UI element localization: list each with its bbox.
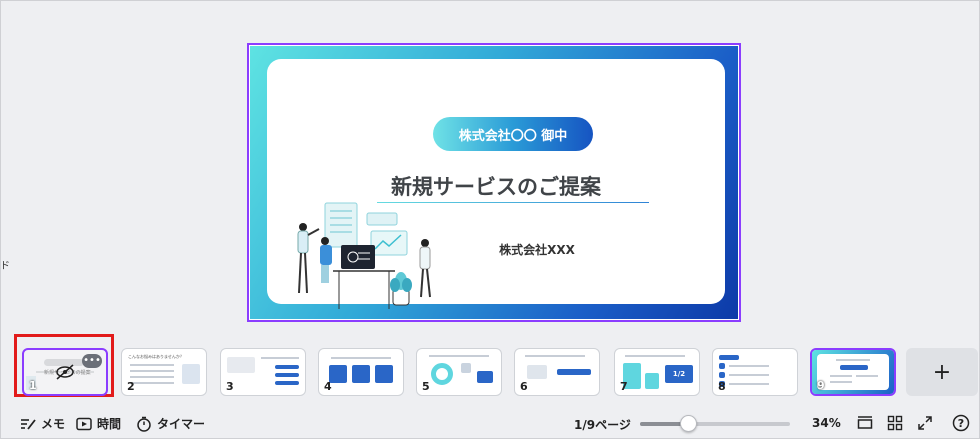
help-label: ? <box>958 417 964 430</box>
slide-background: 株式会社〇〇 御中 新規サービスのご提案 株式会社XXX <box>250 46 738 319</box>
thumbnail-number: 6 <box>520 380 528 393</box>
zoom-level[interactable]: 34% <box>812 416 841 430</box>
thumbnail-number: 9 <box>817 379 825 392</box>
single-view-icon <box>857 416 873 429</box>
slide-card: 株式会社〇〇 御中 新規サービスのご提案 株式会社XXX <box>267 59 725 309</box>
memo-pen-icon <box>20 416 36 432</box>
help-icon: ? <box>952 414 970 432</box>
help-button[interactable]: ? <box>952 414 970 432</box>
grid-view-button[interactable] <box>886 414 904 432</box>
thumbnail-2[interactable]: こんなお悩みはありませんか？ 2 <box>121 348 207 396</box>
company-name[interactable]: 株式会社XXX <box>417 241 657 258</box>
thumbnail-heading: こんなお悩みはありませんか？ <box>128 354 184 359</box>
thumbnail-8[interactable]: 8 <box>712 348 798 396</box>
stopwatch-icon <box>136 416 152 432</box>
time-label: 時間 <box>97 417 122 431</box>
thumbnail-7[interactable]: 1/2 7 <box>614 348 700 396</box>
main-slide[interactable]: 株式会社〇〇 御中 新規サービスのご提案 株式会社XXX <box>247 43 741 322</box>
thumbnail-number: 5 <box>422 380 430 393</box>
zoom-slider-handle[interactable] <box>680 415 697 432</box>
single-view-button[interactable] <box>856 414 874 432</box>
thumbnail-number: 8 <box>718 380 726 393</box>
thumbnail-4[interactable]: 4 <box>318 348 404 396</box>
timer-label: タイマー <box>157 417 206 431</box>
page-indicator: 1/9ページ <box>574 418 631 432</box>
fullscreen-button[interactable] <box>916 414 934 432</box>
zoom-slider[interactable] <box>640 422 790 426</box>
memo-label: メモ <box>41 417 66 431</box>
more-options-button[interactable]: ••• <box>82 354 102 368</box>
add-slide-button[interactable]: + <box>906 348 978 396</box>
office-illustration-icon[interactable] <box>275 201 445 311</box>
client-pill[interactable]: 株式会社〇〇 御中 <box>433 117 593 151</box>
fullscreen-icon <box>918 416 932 430</box>
thumbnail-number: 4 <box>324 380 332 393</box>
thumbnail-3[interactable]: 3 <box>220 348 306 396</box>
thumbnail-1[interactable]: 新規サ ービスの提案 ••• 1 <box>22 348 108 396</box>
thumbnail-5[interactable]: 5 <box>416 348 502 396</box>
thumbnail-number: 3 <box>226 380 234 393</box>
thumbnail-6[interactable]: 6 <box>514 348 600 396</box>
thumbnail-9[interactable]: 9 <box>810 348 896 396</box>
time-button[interactable]: 時間 <box>76 415 121 432</box>
thumbnail-number: 7 <box>620 380 628 393</box>
thumbnail-number: 2 <box>127 380 135 393</box>
grid-view-icon <box>887 415 903 431</box>
slide-title[interactable]: 新規サービスのご提案 <box>267 171 725 201</box>
timer-button[interactable]: タイマー <box>136 415 205 432</box>
play-icon <box>76 416 92 432</box>
thumbnail-number: 1 <box>29 379 37 392</box>
thumbnail-fraction: 1/2 <box>665 365 693 383</box>
left-edge-text: ド <box>0 261 10 272</box>
memo-button[interactable]: メモ <box>20 415 65 432</box>
